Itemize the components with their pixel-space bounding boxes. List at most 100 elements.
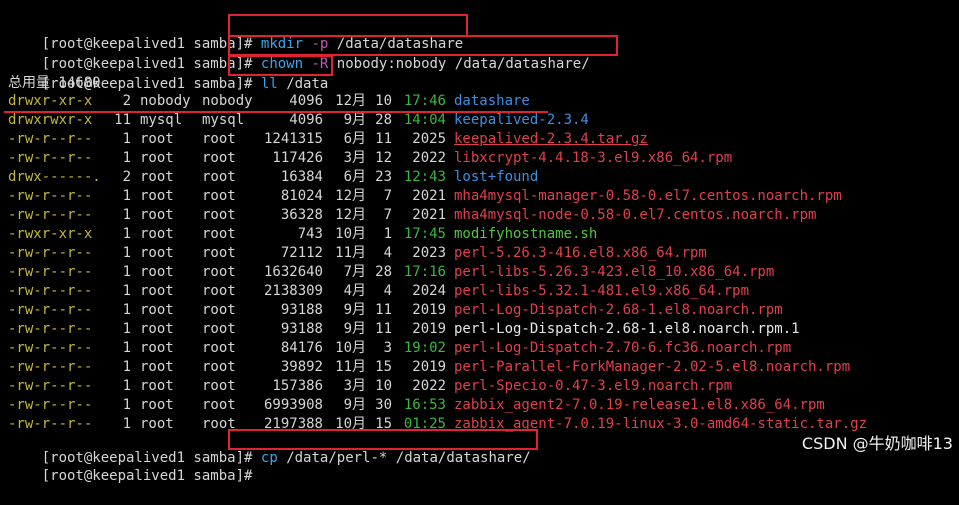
listing-size: 6993908 xyxy=(263,397,323,413)
listing-group: root xyxy=(202,169,236,185)
listing-links: 2 xyxy=(122,93,131,109)
listing-owner: nobody xyxy=(140,93,191,109)
listing-size: 93188 xyxy=(280,302,323,318)
listing-owner: root xyxy=(140,226,174,242)
listing-links: 1 xyxy=(122,359,131,375)
listing-group: root xyxy=(202,264,236,280)
listing-owner: root xyxy=(140,207,174,223)
listing-row: -rw-r--r-- 1 root root 6993908 9月 30 16:53 zabbi… xyxy=(0,396,959,415)
listing-day: 4 xyxy=(383,245,392,261)
listing-size: 4096 xyxy=(289,112,323,128)
listing-links: 11 xyxy=(114,112,131,128)
listing-row: -rw-r--r-- 1 root root 36328 12月 7 2021 mha4mysq… xyxy=(0,206,959,225)
listing-size: 2138309 xyxy=(263,283,323,299)
listing-group: root xyxy=(202,321,236,337)
listing-month: 12月 xyxy=(335,188,366,204)
listing-owner: root xyxy=(140,321,174,337)
listing-owner: root xyxy=(140,169,174,185)
listing-owner: root xyxy=(140,264,174,280)
listing-links: 1 xyxy=(122,321,131,337)
listing-owner: root xyxy=(140,283,174,299)
listing-size: 39892 xyxy=(280,359,323,375)
listing-month: 12月 xyxy=(335,207,366,223)
listing-perm: -rw-r--r-- xyxy=(8,245,93,261)
listing-row: -rw-r--r-- 1 root root 1241315 6月 11 2025 keepal… xyxy=(0,130,959,149)
listing-time: 17:16 xyxy=(403,264,446,280)
listing-time: 2023 xyxy=(412,245,446,261)
listing-day: 15 xyxy=(375,359,392,375)
listing-group: root xyxy=(202,245,236,261)
listing-name: modifyhostname.sh xyxy=(454,226,598,242)
listing-group: root xyxy=(202,207,236,223)
listing-month: 9月 xyxy=(343,321,366,337)
listing-perm: -rw-r--r-- xyxy=(8,378,93,394)
listing-perm: -rw-r--r-- xyxy=(8,359,93,375)
listing-size: 117426 xyxy=(272,150,323,166)
listing-month: 11月 xyxy=(335,359,366,375)
terminal-line-prompt[interactable]: [root@keepalived1 samba]# xyxy=(8,448,253,484)
listing-owner: root xyxy=(140,359,174,375)
listing-day: 7 xyxy=(383,207,392,223)
listing-time: 2021 xyxy=(412,207,446,223)
listing-time: 2024 xyxy=(412,283,446,299)
listing-name: datashare xyxy=(454,93,530,109)
listing-owner: root xyxy=(140,245,174,261)
listing-day: 11 xyxy=(375,321,392,337)
listing-group: root xyxy=(202,188,236,204)
listing-month: 4月 xyxy=(343,283,366,299)
listing-links: 1 xyxy=(122,397,131,413)
listing-month: 10月 xyxy=(335,226,366,242)
listing-perm: -rwxr-xr-x xyxy=(8,226,93,242)
listing-month: 9月 xyxy=(343,397,366,413)
listing-name: perl-Log-Dispatch-2.68-1.el8.noarch.rpm xyxy=(454,302,783,318)
listing-perm: -rw-r--r-- xyxy=(8,321,93,337)
listing-size: 36328 xyxy=(280,207,323,223)
listing-month: 10月 xyxy=(335,340,366,356)
listing-day: 3 xyxy=(383,340,392,356)
listing-name: keepalived-2.3.4.tar.gz xyxy=(454,131,648,147)
listing-perm: drwxrwxr-x xyxy=(8,112,93,128)
listing-group: root xyxy=(202,150,236,166)
listing-row: -rw-r--r-- 1 root root 1632640 7月 28 17:16 perl-… xyxy=(0,263,959,282)
listing-size: 157386 xyxy=(272,378,323,394)
listing-row: -rw-r--r-- 1 root root 84176 10月 3 19:02 perl-Lo… xyxy=(0,339,959,358)
listing-month: 11月 xyxy=(335,245,366,261)
listing-links: 1 xyxy=(122,226,131,242)
listing-day: 28 xyxy=(375,112,392,128)
listing-links: 1 xyxy=(122,150,131,166)
listing-month: 9月 xyxy=(343,112,366,128)
listing-group: root xyxy=(202,226,236,242)
terminal-window[interactable]: [root@keepalived1 samba]# mkdir -p /data… xyxy=(0,0,959,484)
listing-row: -rw-r--r-- 1 root root 39892 11月 15 2019 perl-Pa… xyxy=(0,358,959,377)
listing-time: 12:43 xyxy=(403,169,446,185)
listing-links: 1 xyxy=(122,245,131,261)
listing-owner: root xyxy=(140,397,174,413)
listing-owner: mysql xyxy=(140,112,183,128)
command-argument: nobody:nobody /data/datashare/ xyxy=(336,56,590,72)
listing-month: 7月 xyxy=(343,264,366,280)
listing-name: perl-Parallel-ForkManager-2.02-5.el8.noa… xyxy=(454,359,851,375)
listing-name: mha4mysql-node-0.58-0.el7.centos.noarch.… xyxy=(454,207,817,223)
listing-time: 16:53 xyxy=(403,397,446,413)
listing-size: 16384 xyxy=(280,169,323,185)
listing-day: 10 xyxy=(375,93,392,109)
listing-row: drwx------. 2 root root 16384 6月 23 12:43 lost+f… xyxy=(0,168,959,187)
listing-row: -rw-r--r-- 1 root root 93188 9月 11 2019 perl-Log… xyxy=(0,301,959,320)
listing-perm: -rw-r--r-- xyxy=(8,397,93,413)
listing-name: perl-5.26.3-416.el8.x86_64.rpm xyxy=(454,245,707,261)
listing-time: 2019 xyxy=(412,359,446,375)
listing-day: 11 xyxy=(375,302,392,318)
listing-owner: root xyxy=(140,150,174,166)
listing-name: zabbix_agent2-7.0.19-release1.el8.x86_64… xyxy=(454,397,825,413)
listing-month: 9月 xyxy=(343,302,366,318)
listing-perm: drwx------. xyxy=(8,169,101,185)
listing-time: 17:46 xyxy=(403,93,446,109)
listing-time: 2025 xyxy=(412,131,446,147)
listing-perm: -rw-r--r-- xyxy=(8,283,93,299)
listing-time: 19:02 xyxy=(403,340,446,356)
listing-links: 1 xyxy=(122,340,131,356)
listing-owner: root xyxy=(140,340,174,356)
listing-perm: -rw-r--r-- xyxy=(8,150,93,166)
listing-owner: root xyxy=(140,131,174,147)
listing-name: libxcrypt-4.4.18-3.el9.x86_64.rpm xyxy=(454,150,733,166)
